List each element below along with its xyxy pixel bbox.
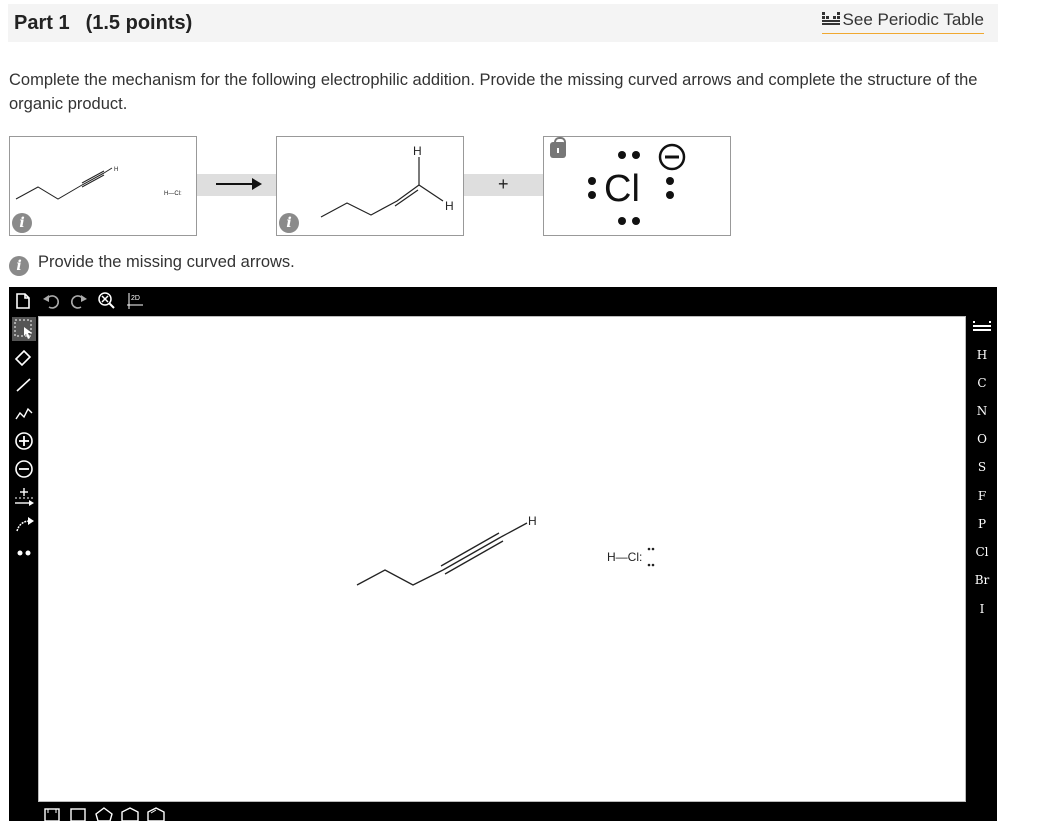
instruction-text: Provide the missing curved arrows.	[38, 253, 295, 271]
benzene-icon[interactable]	[146, 807, 166, 821]
question-text: Complete the mechanism for the following…	[9, 71, 978, 113]
single-bond-icon[interactable]	[12, 373, 36, 397]
info-icon[interactable]: i	[12, 213, 32, 233]
element-i-button[interactable]: I	[967, 598, 997, 620]
part-label: Part 1	[14, 12, 70, 34]
redo-icon[interactable]	[69, 291, 89, 311]
element-s-button[interactable]: S	[967, 456, 997, 478]
part-header: Part 1 (1.5 points) See Periodic Table	[8, 4, 998, 42]
element-br-button[interactable]: Br	[967, 569, 997, 591]
part-title: Part 1 (1.5 points)	[14, 12, 192, 35]
part-points: (1.5 points)	[85, 12, 193, 34]
drawing-canvas[interactable]: H H—Cl:	[38, 316, 966, 802]
curved-arrow-icon[interactable]	[12, 513, 36, 537]
editor-left-toolbar	[9, 315, 37, 821]
periodic-table-label: See Periodic Table	[842, 10, 984, 29]
editor-bottom-toolbar	[38, 803, 966, 821]
periodic-table-link[interactable]: See Periodic Table	[821, 10, 984, 34]
reactant-box[interactable]: H H—Cl:	[9, 136, 197, 236]
element-p-button[interactable]: P	[967, 513, 997, 535]
product-box[interactable]: H H	[276, 136, 464, 236]
negative-charge-icon[interactable]	[12, 457, 36, 481]
element-h-button[interactable]: H	[967, 344, 997, 366]
periodic-table-icon[interactable]	[967, 317, 997, 337]
product-structure: H H	[320, 144, 454, 218]
lone-pair-icon[interactable]	[12, 541, 36, 565]
select-icon[interactable]	[12, 317, 36, 341]
reactant-hcl-label: H—Cl:	[164, 191, 182, 197]
cyclobutane-icon[interactable]	[68, 807, 88, 821]
reactant-alkyne-h: H	[114, 167, 118, 173]
info-icon[interactable]: i	[279, 213, 299, 233]
chloride-symbol: Cl	[604, 168, 640, 210]
element-f-button[interactable]: F	[967, 485, 997, 507]
canvas-hcl-label: H—Cl:	[607, 550, 642, 564]
chloride-structure: Cl	[588, 143, 686, 225]
reaction-arrow	[216, 178, 262, 190]
2d-clean-icon[interactable]: 2D	[125, 291, 145, 311]
element-cl-button[interactable]: Cl	[967, 541, 997, 563]
element-c-button[interactable]: C	[967, 372, 997, 394]
element-o-button[interactable]: O	[967, 428, 997, 450]
positive-charge-icon[interactable]	[12, 429, 36, 453]
cyclohexane-icon[interactable]	[120, 807, 140, 821]
chloride-box[interactable]: Cl	[543, 136, 731, 236]
instruction: i Provide the missing curved arrows.	[9, 253, 295, 276]
chain-icon[interactable]	[12, 401, 36, 425]
cyclopentane-icon[interactable]	[94, 807, 114, 821]
product-h-right: H	[445, 199, 454, 213]
element-n-button[interactable]: N	[967, 400, 997, 422]
cyclopropane-icon[interactable]	[42, 807, 62, 821]
new-document-icon[interactable]	[13, 291, 33, 311]
lock-icon	[550, 137, 566, 158]
editor-top-toolbar: 2D	[9, 287, 997, 315]
eraser-icon[interactable]	[12, 345, 36, 369]
undo-icon[interactable]	[41, 291, 61, 311]
electron-push-icon[interactable]	[12, 485, 36, 509]
periodic-table-icon	[821, 12, 840, 25]
plus-text: +	[498, 176, 509, 192]
drawing-editor: 2D H H—Cl: H C N O S F P Cl Br I	[9, 287, 997, 821]
product-h-top: H	[413, 144, 422, 158]
info-icon: i	[9, 256, 29, 276]
canvas-structures: H H—Cl:	[356, 514, 655, 586]
canvas-alkyne-h: H	[528, 514, 537, 528]
reactant-structure: H H—Cl:	[15, 167, 182, 200]
zoom-clear-icon[interactable]	[97, 291, 117, 311]
plus-sign: +	[498, 176, 509, 192]
editor-element-toolbar: H C N O S F P Cl Br I	[967, 315, 997, 821]
clean-2d-label: 2D	[131, 295, 140, 302]
